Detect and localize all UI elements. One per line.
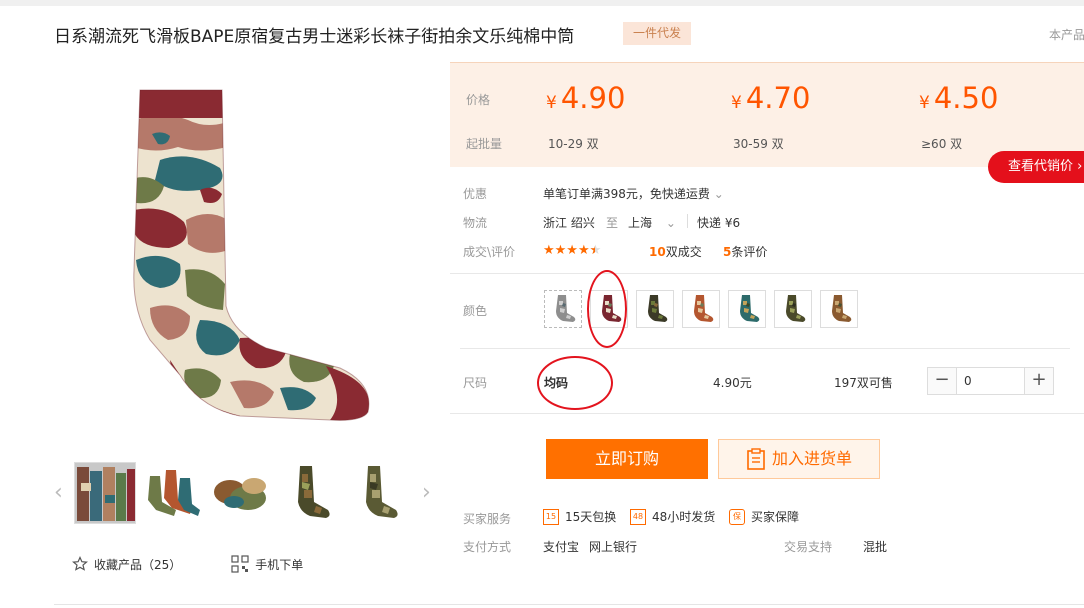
shipping-fee: 快递 ¥6	[697, 216, 741, 230]
destination-select[interactable]: 上海 ⌄	[628, 214, 676, 231]
color-swatch-olive[interactable]	[774, 290, 812, 328]
thumbnail-strip: ‹ ›	[50, 460, 440, 526]
favorite-label: 收藏产品（25）	[94, 557, 182, 572]
discount-value[interactable]: 单笔订单满398元，免快递运费 ⌄	[543, 185, 724, 202]
color-swatch-green-dark[interactable]	[636, 290, 674, 328]
thumbnail-4[interactable]	[278, 462, 340, 524]
color-label: 颜色	[463, 304, 488, 318]
chevron-down-icon: ⌄	[665, 216, 676, 230]
service-guarantee: 保买家保障	[729, 508, 799, 525]
thumb-next-arrow-icon[interactable]: ›	[422, 480, 431, 505]
mobile-order-label: 手机下单	[255, 557, 304, 572]
qty-tier-3: ≥60 双	[921, 137, 963, 151]
rating-stars: ★★★★★★	[543, 243, 602, 258]
price-tier-2: ¥4.70	[731, 81, 811, 115]
logistics-label: 物流	[463, 216, 488, 230]
view-dropship-price-button[interactable]: 查看代销价 ›	[988, 151, 1084, 183]
qty-tier-2: 30-59 双	[733, 137, 784, 151]
ship-48h-icon: 48	[630, 508, 646, 525]
deals-count[interactable]: 10双成交	[649, 243, 702, 260]
quantity-stepper: − 0 +	[927, 367, 1054, 395]
payment-online-bank: 网上银行	[589, 540, 638, 554]
color-swatch-grey[interactable]	[544, 290, 582, 328]
color-swatch-khaki[interactable]	[820, 290, 858, 328]
star-outline-icon	[72, 556, 88, 571]
color-swatch-orange[interactable]	[682, 290, 720, 328]
color-swatch-teal[interactable]	[728, 290, 766, 328]
chevron-down-icon: ⌄	[713, 187, 724, 201]
corner-text: 本产品	[1049, 28, 1084, 42]
main-product-image[interactable]	[90, 70, 400, 440]
reviews-count[interactable]: 5条评价	[723, 243, 767, 260]
shield-icon: 保	[729, 508, 745, 525]
qty-label: 起批量	[466, 137, 503, 151]
annotation-circle-color	[587, 270, 627, 348]
return-15-days-icon: 15	[543, 508, 559, 525]
qr-code-icon	[231, 555, 249, 573]
thumbnail-2[interactable]	[142, 462, 204, 524]
thumb-prev-arrow-icon[interactable]: ‹	[54, 480, 63, 505]
increase-button[interactable]: +	[1025, 368, 1053, 394]
trade-support-label: 交易支持	[784, 540, 833, 554]
price-tier-1: ¥4.90	[546, 81, 626, 115]
chevron-right-icon: ›	[1077, 159, 1083, 174]
top-bar	[0, 0, 1084, 6]
left-actions: 收藏产品（25） 手机下单	[72, 555, 353, 573]
qty-tier-1: 10-29 双	[548, 137, 599, 151]
origin-location: 浙江 绍兴	[543, 216, 595, 230]
price-tier-3: ¥4.50	[919, 81, 999, 115]
deal-label: 成交\评价	[463, 245, 516, 259]
service-ship-48h: 48 48小时发货	[630, 508, 715, 525]
divider	[687, 214, 688, 228]
payment-label: 支付方式	[463, 540, 512, 554]
stock-available: 197双可售	[834, 376, 893, 390]
divider	[450, 413, 1084, 414]
to-label: 至	[606, 216, 619, 230]
annotation-circle-size	[537, 356, 613, 410]
payment-alipay: 支付宝	[543, 540, 580, 554]
product-title: 日系潮流死飞滑板BAPE原宿复古男士迷彩长袜子街拍余文乐纯棉中筒	[54, 27, 575, 47]
decrease-button[interactable]: −	[928, 368, 956, 394]
mobile-order-button[interactable]: 手机下单	[231, 555, 303, 573]
discount-label: 优惠	[463, 187, 488, 201]
services-label: 买家服务	[463, 512, 512, 526]
trade-support-value: 混批	[863, 540, 888, 554]
size-label: 尺码	[463, 376, 488, 390]
favorite-button[interactable]: 收藏产品（25）	[72, 556, 181, 573]
divider	[450, 273, 1084, 274]
thumbnail-3[interactable]	[210, 462, 272, 524]
service-return: 15 15天包换	[543, 508, 616, 525]
clipboard-icon	[747, 448, 765, 470]
divider	[460, 348, 1070, 349]
bottom-divider	[54, 604, 1084, 605]
price-box: 价格 起批量 ¥4.90 10-29 双 ¥4.70 30-59 双 ¥4.50…	[450, 62, 1084, 167]
size-price: 4.90元	[713, 376, 752, 390]
price-label: 价格	[466, 93, 491, 107]
dropship-tag: 一件代发	[623, 22, 691, 45]
buy-now-button[interactable]: 立即订购	[546, 439, 708, 479]
quantity-input[interactable]: 0	[956, 368, 1025, 394]
add-to-purchase-list-button[interactable]: 加入进货单	[718, 439, 880, 479]
thumbnail-5[interactable]	[346, 462, 408, 524]
thumbnail-1[interactable]	[74, 462, 136, 524]
